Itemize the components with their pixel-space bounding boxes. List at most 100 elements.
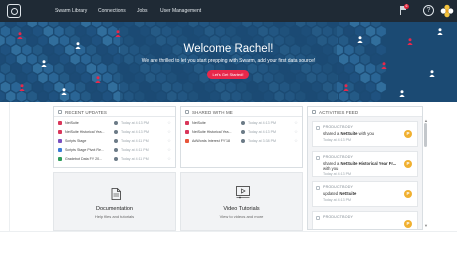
- documentation-tile[interactable]: Documentation Help files and tutorials: [53, 172, 176, 231]
- hexagon-tile: [0, 91, 5, 102]
- list-item[interactable]: Gradebot Data FY 20... Today at 4:11 PM ☆: [58, 155, 171, 162]
- file-name[interactable]: NetSuite: [192, 121, 236, 125]
- activity-target[interactable]: NetSuite: [339, 191, 356, 196]
- list-item[interactable]: AdWords Interest FY'18 Today at 3:38 PM ☆: [185, 137, 298, 144]
- file-time: Today at 4:13 PM: [121, 120, 149, 125]
- hexagon-tile: [65, 81, 75, 93]
- activity-item[interactable]: PRODUCTBODY P: [312, 211, 418, 229]
- video-tutorials-subtitle: View to videos and more: [219, 214, 264, 219]
- list-item[interactable]: Scripts Stage Pivot Re... Today at 4:11 P…: [58, 146, 171, 153]
- person-icon: [429, 70, 435, 77]
- hexagon-tile: [97, 81, 107, 93]
- hexagon-tile: [54, 81, 64, 93]
- list-item[interactable]: NetSuite Today at 4:13 PM ☆: [58, 119, 171, 126]
- video-tutorials-title: Video Tutorials: [223, 206, 260, 212]
- hexagon-tile: [54, 63, 64, 74]
- file-name[interactable]: NetSuite Historical Yea...: [192, 130, 236, 134]
- video-tutorials-tile[interactable]: Video Tutorials View to videos and more: [180, 172, 303, 231]
- star-icon[interactable]: ☆: [167, 156, 171, 161]
- nav-jobs[interactable]: Jobs: [137, 8, 148, 14]
- recent-updates-header: RECENT UPDATES: [54, 107, 175, 117]
- file-name[interactable]: AdWords Interest FY'18: [192, 139, 236, 143]
- divider: [0, 231, 457, 232]
- user-icon: [114, 156, 118, 161]
- hexagon-tile: [75, 25, 86, 37]
- hexagon-tile: [86, 81, 96, 93]
- file-time: Today at 4:11 PM: [121, 138, 149, 143]
- user-initial-badge: P: [404, 130, 412, 138]
- activity-user[interactable]: PRODUCTBODY: [323, 155, 353, 159]
- hexagon-tile: [75, 81, 86, 93]
- hexagon-tile: [365, 81, 376, 93]
- hexagon-tile: [16, 91, 27, 102]
- scrollbar-thumb[interactable]: [424, 123, 427, 147]
- activity-user[interactable]: PRODUCTBODY: [323, 215, 353, 219]
- shared-with-me-header: SHARED WITH ME: [181, 107, 302, 117]
- file-name[interactable]: Gradebot Data FY 20...: [65, 157, 109, 161]
- feed-scrollbar[interactable]: ▲ ▼: [423, 118, 428, 228]
- user-icon: [114, 120, 118, 125]
- user-initial-badge: P: [404, 220, 412, 228]
- hexagon-tile: [54, 25, 64, 37]
- activity-time: Today at 4:13 PM: [323, 198, 351, 202]
- welcome-banner: Welcome Rachel! We are thrilled to let y…: [0, 22, 457, 102]
- swarm-logo-icon[interactable]: [7, 4, 21, 18]
- document-icon: [111, 188, 121, 200]
- star-icon[interactable]: ☆: [167, 147, 171, 152]
- recent-updates-card: RECENT UPDATES NetSuite Today at 4:13 PM ☆…: [53, 106, 176, 168]
- help-icon[interactable]: ?: [423, 5, 434, 16]
- hexagon-tile: [339, 22, 349, 28]
- hexagon-tile: [360, 91, 370, 102]
- activity-target[interactable]: NetSuite Historical Year Fr...: [340, 161, 396, 166]
- hexagon-tile: [102, 72, 113, 84]
- activity-item[interactable]: PRODUCTBODY shared a NetSuite with you Tod…: [312, 121, 418, 147]
- file-icon: [185, 138, 189, 143]
- hexagon-tile: [81, 72, 91, 84]
- file-icon: [58, 156, 62, 161]
- star-icon[interactable]: ☆: [294, 120, 298, 125]
- star-icon[interactable]: ☆: [167, 138, 171, 143]
- activity-target[interactable]: NetSuite: [340, 131, 357, 136]
- top-nav: Swarm Library Connections Jobs User Mana…: [0, 0, 457, 22]
- get-started-button[interactable]: Let's Get Started!: [207, 70, 249, 79]
- nav-user-management[interactable]: User Management: [160, 8, 201, 14]
- person-icon: [437, 28, 443, 35]
- activity-user[interactable]: PRODUCTBODY: [323, 185, 353, 189]
- star-icon[interactable]: ☆: [167, 129, 171, 134]
- file-name[interactable]: Scripts Stage: [65, 139, 109, 143]
- file-icon: [58, 120, 62, 125]
- file-icon: [185, 129, 189, 134]
- user-avatar[interactable]: [440, 4, 454, 18]
- hexagon-tile: [70, 22, 80, 28]
- star-icon[interactable]: ☆: [167, 120, 171, 125]
- star-icon[interactable]: ☆: [294, 138, 298, 143]
- divider: [9, 102, 10, 232]
- file-name[interactable]: NetSuite Historical Yea...: [65, 130, 109, 134]
- activity-user[interactable]: PRODUCTBODY: [323, 125, 353, 129]
- hexagon-tile: [70, 72, 80, 84]
- file-name[interactable]: NetSuite: [65, 121, 109, 125]
- file-name[interactable]: Scripts Stage Pivot Re...: [65, 148, 109, 152]
- list-item[interactable]: NetSuite Today at 4:13 PM ☆: [185, 119, 298, 126]
- nav-swarm-library[interactable]: Swarm Library: [55, 8, 87, 14]
- hexagon-tile: [371, 72, 381, 84]
- file-time: Today at 4:13 PM: [121, 129, 149, 134]
- list-item[interactable]: Scripts Stage Today at 4:11 PM ☆: [58, 137, 171, 144]
- activity-item[interactable]: PRODUCTBODY updated NetSuite Today at 4:13…: [312, 181, 418, 207]
- hexagon-tile: [6, 91, 16, 102]
- hexagon-tile: [344, 25, 354, 37]
- activity-item[interactable]: PRODUCTBODY shared a NetSuite Historical …: [312, 151, 418, 177]
- notification-count-badge: 6: [404, 4, 409, 9]
- scroll-down-arrow-icon[interactable]: ▼: [424, 223, 428, 228]
- hexagon-tile: [43, 25, 53, 37]
- share-icon: [316, 186, 320, 190]
- nav-connections[interactable]: Connections: [98, 8, 126, 14]
- activity-text: shared a NetSuite with you: [323, 131, 401, 136]
- list-item[interactable]: NetSuite Historical Yea... Today at 4:13 …: [58, 128, 171, 135]
- file-icon: [58, 147, 62, 152]
- welcome-subtitle: We are thrilled to let you start preppin…: [141, 58, 316, 64]
- star-icon[interactable]: ☆: [294, 129, 298, 134]
- hexagon-tile: [59, 72, 70, 84]
- activity-action: updated: [323, 191, 340, 196]
- list-item[interactable]: NetSuite Historical Yea... Today at 4:13 …: [185, 128, 298, 135]
